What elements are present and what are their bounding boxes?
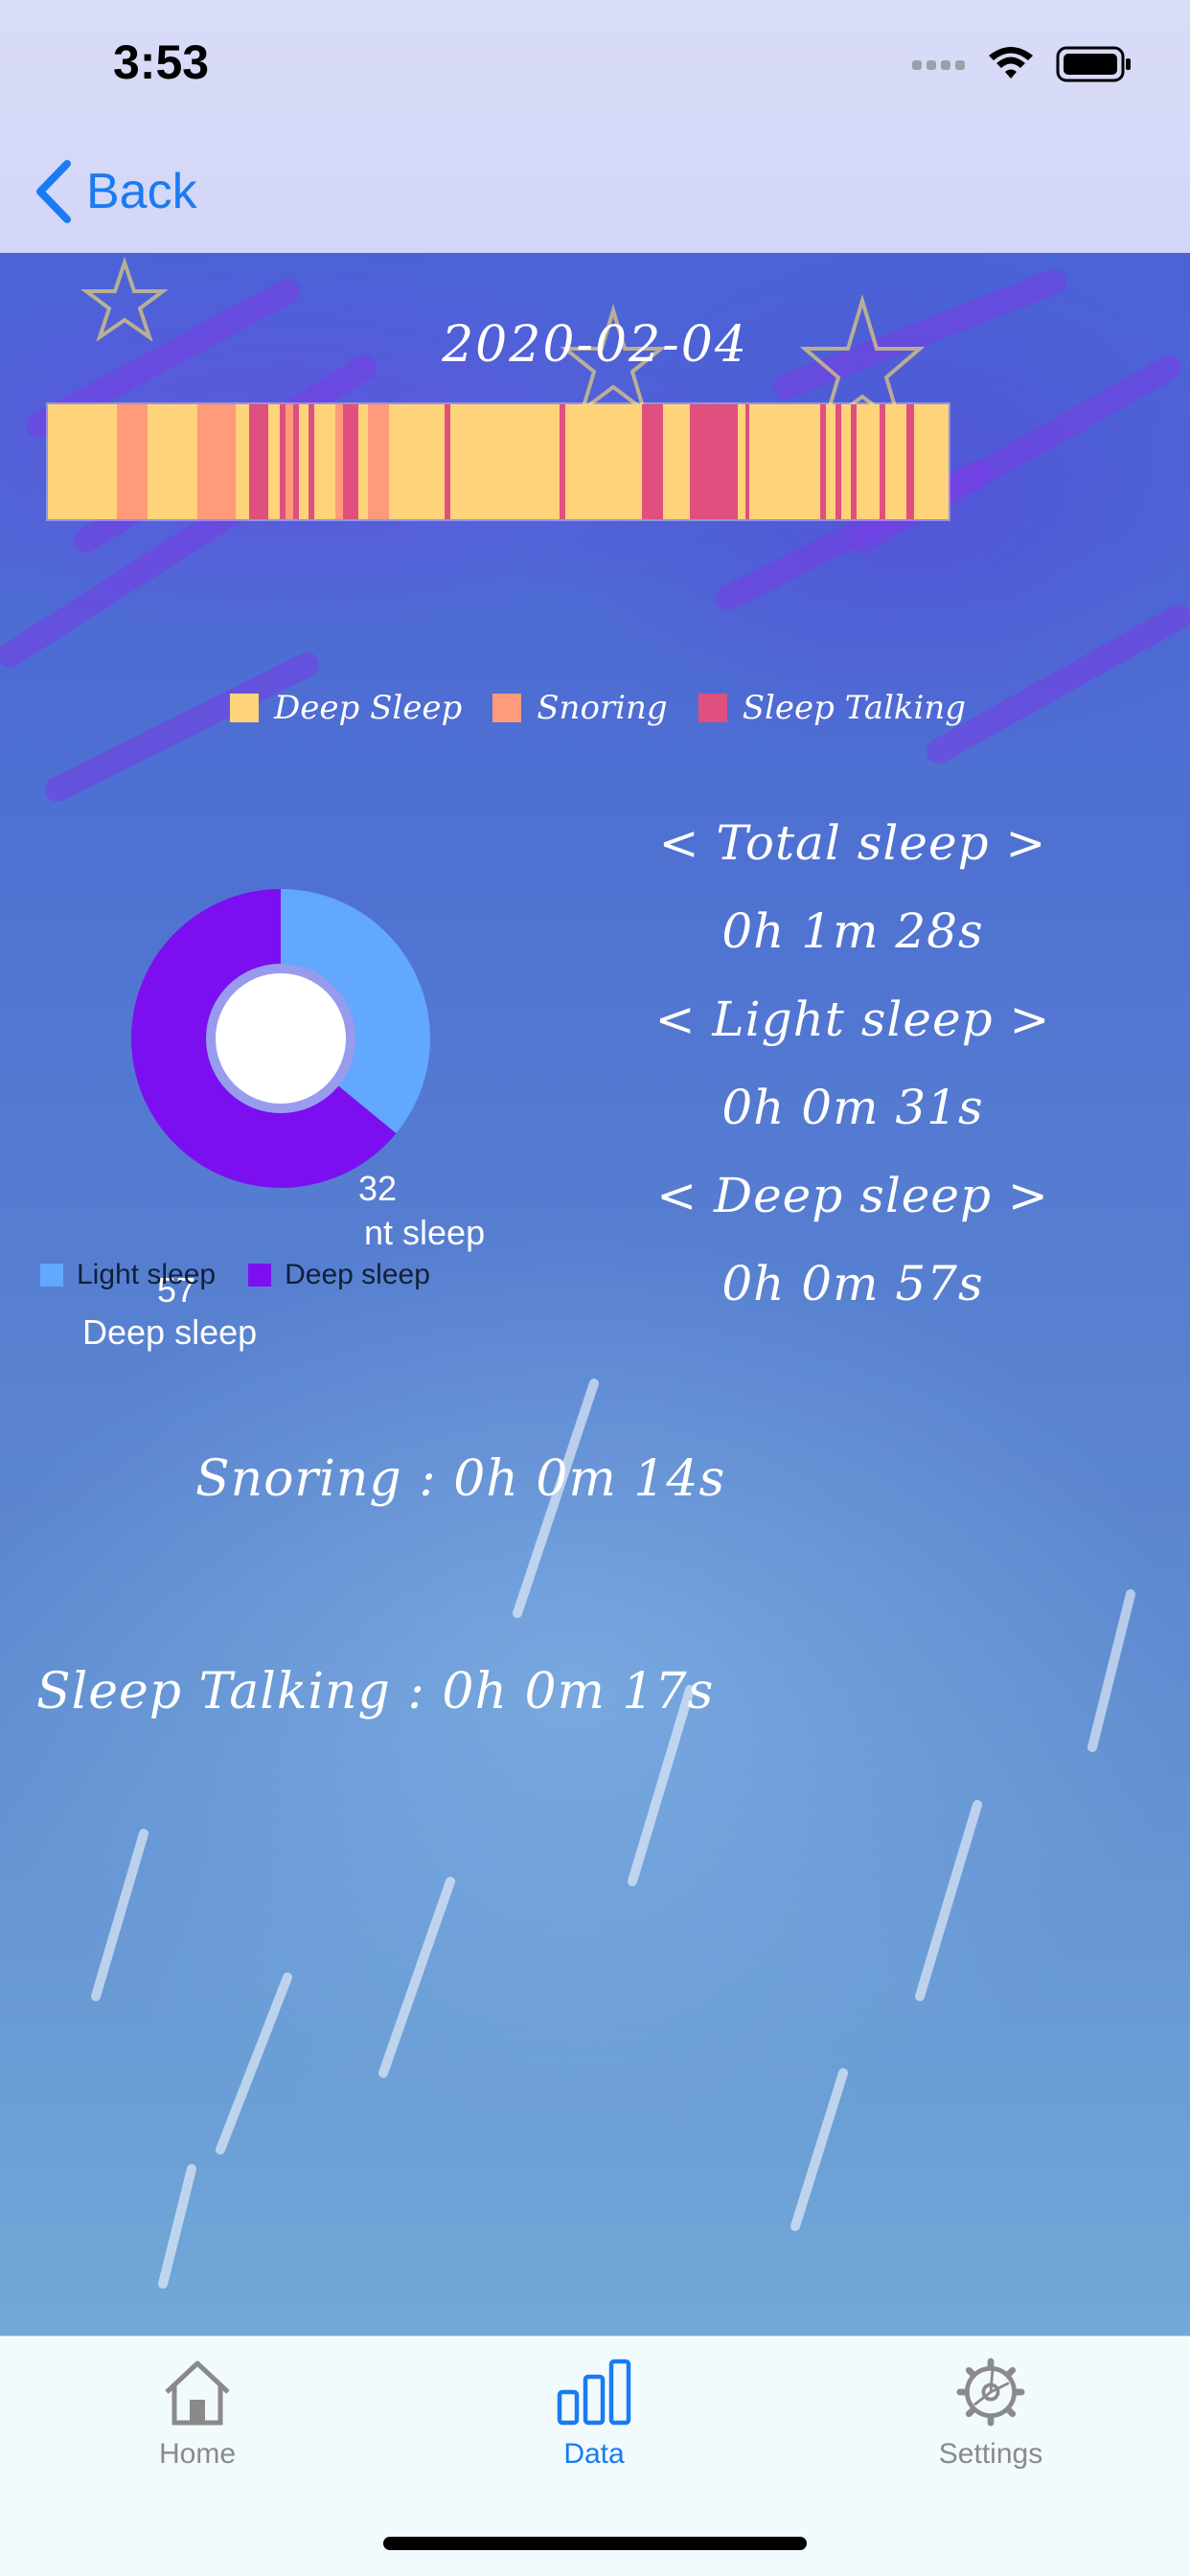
status-time: 3:53 — [113, 35, 210, 89]
back-button[interactable]: Back — [34, 153, 197, 230]
pie-label-light-text: nt sleep — [364, 1213, 486, 1252]
timeline-legend: Deep Sleep Snoring Sleep Talking — [230, 684, 979, 732]
timeline-segment-sleep-talking — [642, 404, 663, 519]
signal-icon — [912, 60, 965, 70]
back-label: Back — [86, 164, 197, 219]
legend-label-snoring: Snoring — [537, 689, 668, 727]
timeline-segment-snoring — [368, 404, 389, 519]
timeline-segment-deep-sleep — [314, 404, 335, 519]
legend-item-deep-sleep-donut: Deep sleep — [248, 1259, 430, 1291]
timeline-segment-deep-sleep — [236, 404, 249, 519]
timeline-segment-sleep-talking — [906, 404, 914, 519]
timeline-segment-deep-sleep — [389, 404, 445, 519]
legend-item-sleep-talking: Sleep Talking — [698, 689, 966, 727]
legend-label-deep-sleep: Deep Sleep — [274, 689, 463, 727]
timeline-segment-deep-sleep — [268, 404, 280, 519]
tab-home[interactable]: Home — [92, 2358, 303, 2471]
battery-icon — [1056, 46, 1131, 82]
timeline-segment-deep-sleep — [914, 404, 949, 519]
timeline-segment-snoring — [335, 404, 343, 519]
legend-label-deep-sleep-donut: Deep sleep — [285, 1259, 430, 1290]
sleep-talking-summary: Sleep Talking : 0h 0m 17s — [36, 1663, 715, 1721]
timeline-segment-snoring — [286, 404, 293, 519]
total-sleep-value: 0h 1m 28s — [721, 903, 984, 959]
gear-icon — [956, 2358, 1025, 2427]
donut-legend: Light sleep Deep sleep — [40, 1259, 451, 1291]
total-sleep-header: < Total sleep > — [658, 815, 1047, 871]
donut-svg — [131, 889, 431, 1188]
timeline-segment-deep-sleep — [826, 404, 835, 519]
donut-hole — [216, 973, 346, 1104]
bar-chart-icon — [557, 2359, 631, 2426]
sleep-report: 2020-02-04 Deep Sleep Snoring Sleep Talk… — [0, 253, 1190, 2336]
tab-label-home: Home — [158, 2438, 237, 2470]
pie-label-light-value: 32 — [358, 1169, 398, 1208]
timeline-segment-deep-sleep — [885, 404, 906, 519]
deep-sleep-header: < Deep sleep > — [656, 1168, 1049, 1223]
home-indicator — [383, 2537, 807, 2550]
timeline-segment-sleep-talking — [343, 404, 358, 519]
wifi-icon — [989, 47, 1033, 79]
timeline-segment-sleep-talking — [690, 404, 738, 519]
timeline-segment-snoring — [117, 404, 148, 519]
sleep-donut-chart: 32 nt sleep 57 Deep sleep — [77, 837, 498, 1352]
timeline-segment-deep-sleep — [663, 404, 690, 519]
timeline-segment-deep-sleep — [738, 404, 745, 519]
pie-label-deep-text: Deep sleep — [82, 1312, 258, 1352]
light-sleep-value: 0h 0m 31s — [721, 1080, 984, 1135]
top-bar: 3:53 Back — [0, 0, 1190, 254]
timeline-segment-deep-sleep — [565, 404, 642, 519]
timeline-segment-deep-sleep — [148, 404, 197, 519]
timeline-segment-deep-sleep — [48, 404, 117, 519]
tab-data[interactable]: Data — [489, 2358, 699, 2471]
legend-swatch-snoring — [492, 694, 522, 722]
legend-item-light-sleep: Light sleep — [40, 1259, 216, 1291]
light-sleep-header: < Light sleep > — [654, 992, 1051, 1047]
tab-label-settings: Settings — [938, 2438, 1043, 2470]
timeline-segment-snoring — [197, 404, 236, 519]
legend-item-snoring: Snoring — [492, 689, 668, 727]
tab-label-data: Data — [563, 2438, 625, 2470]
sleep-stats: < Total sleep > 0h 1m 28s < Light sleep … — [632, 799, 1073, 1328]
house-icon — [165, 2360, 230, 2426]
tab-settings[interactable]: Settings — [885, 2358, 1096, 2471]
deep-sleep-value: 0h 0m 57s — [721, 1256, 984, 1311]
timeline-segment-deep-sleep — [450, 404, 560, 519]
timeline-segment-sleep-talking — [249, 404, 268, 519]
legend-label-light-sleep: Light sleep — [77, 1259, 217, 1290]
legend-swatch-deep-sleep — [230, 694, 259, 722]
timeline-segment-deep-sleep — [749, 404, 820, 519]
sleep-timeline-bar — [46, 402, 950, 521]
legend-item-deep-sleep: Deep Sleep — [230, 689, 462, 727]
legend-label-sleep-talking: Sleep Talking — [742, 689, 967, 727]
chevron-left-icon — [36, 160, 71, 223]
timeline-segment-deep-sleep — [841, 404, 851, 519]
legend-swatch-sleep-talking — [698, 694, 727, 722]
report-date: 2020-02-04 — [442, 316, 748, 374]
legend-swatch-deep-sleep-donut — [248, 1264, 272, 1287]
timeline-segment-deep-sleep — [358, 404, 368, 519]
status-icons — [912, 38, 1133, 90]
snoring-summary: Snoring : 0h 0m 14s — [195, 1450, 726, 1508]
timeline-segment-deep-sleep — [299, 404, 309, 519]
timeline-segment-deep-sleep — [857, 404, 880, 519]
legend-swatch-light-sleep — [40, 1264, 63, 1287]
